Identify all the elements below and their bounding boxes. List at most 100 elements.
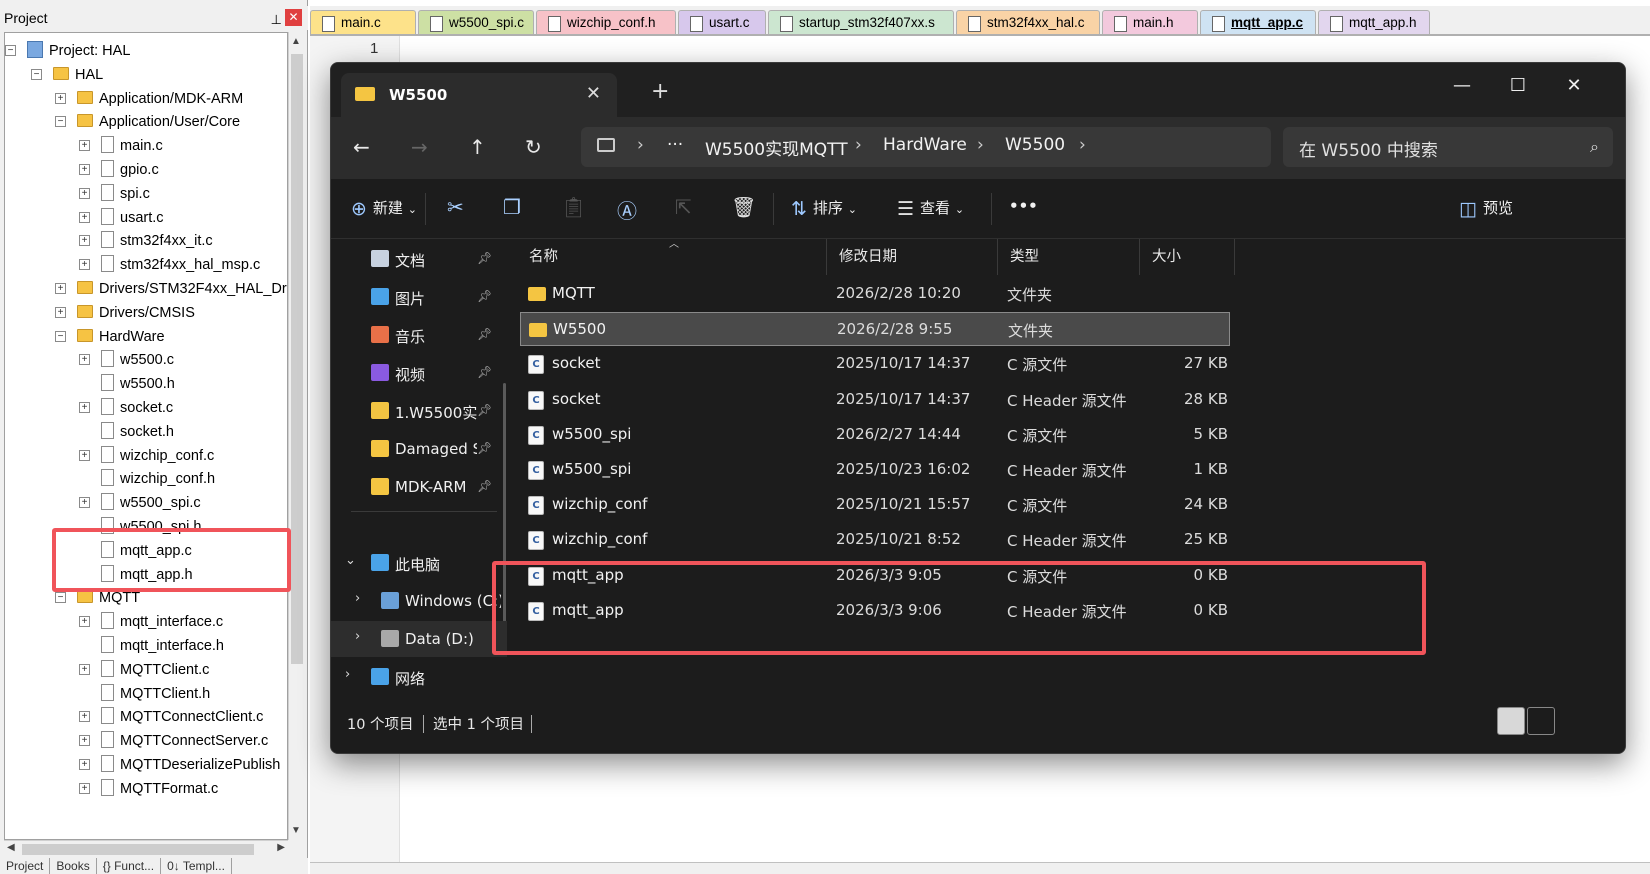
tree-node[interactable]: − HAL [31,63,103,87]
search-box[interactable]: 在 W5500 中搜索 ⌕ [1283,127,1613,167]
file-row[interactable]: Cw5500_spi 2025/10/23 16:02 C Header 源文件 1 … [520,453,1230,487]
file-row[interactable]: Csocket 2025/10/17 14:37 C Header 源文件 28 KB [520,383,1230,417]
expand-icon[interactable]: + [55,92,66,104]
editor-tab[interactable]: mqtt_app.c [1200,10,1316,36]
view-button[interactable]: ☰ 查看 ⌄ [897,197,964,220]
collapse-icon[interactable]: − [31,68,42,80]
tree-node[interactable]: + MQTTConnectServer.c [79,729,268,753]
tree-node[interactable]: mqtt_app.c [101,539,192,563]
scroll-down-icon[interactable]: ▼ [291,825,301,836]
nav-quick-item[interactable]: 音乐 📌︎ [331,317,507,353]
close-icon[interactable]: ✕ [285,9,302,26]
collapse-icon[interactable]: − [55,116,66,128]
pin-icon[interactable]: 📌︎ [477,327,492,341]
scrollbar-thumb[interactable] [291,54,303,664]
tree-node[interactable]: + usart.c [79,206,164,230]
project-bottom-tab[interactable]: Books [50,858,97,874]
expand-icon[interactable]: + [79,164,90,175]
nav-tree-item[interactable]: ⌄ 此电脑 [331,545,507,581]
expand-icon[interactable]: + [79,235,90,247]
expand-icon[interactable]: + [79,782,90,794]
file-row[interactable]: Cw5500_spi 2026/2/27 14:44 C 源文件 5 KB [520,418,1230,452]
expand-icon[interactable]: + [79,711,90,723]
file-row[interactable]: Cwizchip_conf 2025/10/21 8:52 C Header 源文件… [520,523,1230,557]
copy-icon[interactable]: ❐ [503,195,521,219]
nav-quick-item[interactable]: 视频 📌︎ [331,355,507,391]
expand-icon[interactable]: + [79,402,90,413]
tree-node[interactable]: + gpio.c [79,158,159,182]
search-placeholder[interactable]: 在 W5500 中搜索 [1299,136,1438,161]
breadcrumb-separator-icon[interactable]: › [855,135,862,155]
editor-tab[interactable]: usart.c [678,10,766,36]
breadcrumb-separator-icon[interactable]: › [1079,135,1086,155]
tree-node[interactable]: + MQTTDeserializePublish [79,753,280,777]
tree-node[interactable]: + socket.c [79,396,173,420]
tree-node[interactable]: − Project: HAL [5,39,130,63]
breadcrumb-item[interactable]: W5500实现MQTT [705,135,848,160]
expand-icon[interactable]: + [79,497,90,509]
expand-icon[interactable]: + [79,663,90,675]
nav-quick-item[interactable]: 图片 📌︎ [331,279,507,315]
tree-node[interactable]: − HardWare [55,325,165,349]
project-bottom-tab[interactable]: {} Funct... [97,858,162,874]
cut-icon[interactable]: ✂ [447,195,464,219]
tree-node[interactable]: + MQTTConnectClient.c [79,705,263,729]
new-button[interactable]: ⊕ 新建 ⌄ [351,197,417,220]
explorer-tab[interactable]: W5500 ✕ [341,73,617,117]
tree-node[interactable]: w5500_spi.h [101,515,201,539]
expand-icon[interactable]: + [55,283,66,294]
tree-node[interactable]: + stm32f4xx_it.c [79,229,213,253]
maximize-button[interactable]: ☐ [1493,71,1543,101]
collapse-icon[interactable]: − [55,592,66,604]
preview-button[interactable]: ◫ 预览 [1459,197,1513,220]
editor-tab[interactable]: main.c [310,10,416,36]
column-header-type[interactable]: 类型 [998,239,1140,275]
tree-node[interactable]: + Drivers/STM32F4xx_HAL_Dr [55,277,287,301]
nav-quick-item[interactable]: MDK-ARM 📌︎ [331,469,507,505]
editor-tab[interactable]: startup_stm32f407xx.s [768,10,954,36]
expand-icon[interactable]: + [79,187,90,199]
pin-icon[interactable]: 📌︎ [477,289,492,303]
chevron-right-icon[interactable]: › [345,667,350,682]
column-header-size[interactable]: 大小 [1140,239,1235,275]
nav-quick-item[interactable]: 文档 📌︎ [331,241,507,277]
nav-tree-item[interactable]: › Data (D:) [331,621,507,657]
tree-node[interactable]: + mqtt_interface.c [79,610,223,634]
nav-quick-item[interactable]: 1.W5500实现📌︎ [331,393,507,429]
pin-icon[interactable]: 📌︎ [477,403,492,417]
details-view-icon[interactable] [1497,707,1525,735]
scroll-up-icon[interactable]: ▲ [291,36,301,47]
expand-icon[interactable]: + [79,735,90,747]
refresh-icon[interactable]: ↻ [525,135,542,159]
breadcrumb-item[interactable]: HardWare [883,135,967,155]
expand-icon[interactable]: + [79,759,90,770]
share-icon[interactable]: ⇱ [675,195,692,219]
chevron-right-icon[interactable]: › [355,629,360,644]
paste-icon[interactable]: 📋︎ [561,195,586,219]
pin-icon[interactable]: ⊥ [271,8,282,32]
tree-node[interactable]: wizchip_conf.h [101,467,215,491]
large-icons-view-icon[interactable] [1527,707,1555,735]
editor-tab[interactable]: wizchip_conf.h [536,10,676,36]
nav-tree-item[interactable]: › 网络 [331,659,507,695]
nav-tree-item[interactable]: › Windows (C:) [331,583,507,619]
collapse-icon[interactable]: − [5,45,16,56]
tree-node[interactable]: + main.c [79,134,163,158]
file-row[interactable]: W5500 2026/2/28 9:55 文件夹 [520,312,1230,347]
address-bar[interactable]: › ··· W5500实现MQTT › HardWare › W5500 › [581,127,1271,167]
scroll-left-icon[interactable]: ◀ [7,842,15,853]
minimize-button[interactable]: — [1437,71,1487,101]
delete-icon[interactable]: 🗑︎ [731,195,756,219]
file-row[interactable]: Cmqtt_app 2026/3/3 9:06 C Header 源文件 0 KB [520,594,1230,628]
breadcrumb-overflow[interactable]: ··· [667,135,683,155]
file-row[interactable]: Csocket 2025/10/17 14:37 C 源文件 27 KB [520,347,1230,381]
close-tab-icon[interactable]: ✕ [586,83,601,104]
editor-tab[interactable]: main.h [1102,10,1198,36]
tree-node[interactable]: + stm32f4xx_hal_msp.c [79,253,260,277]
scroll-right-icon[interactable]: ▶ [277,842,285,853]
file-row[interactable]: Cwizchip_conf 2025/10/21 15:57 C 源文件 24 KB [520,488,1230,522]
tree-node[interactable]: + MQTTClient.c [79,658,209,682]
tree-node[interactable]: mqtt_interface.h [101,634,224,658]
file-row[interactable]: MQTT 2026/2/28 10:20 文件夹 [520,277,1230,311]
tree-node[interactable]: + w5500.c [79,348,174,372]
